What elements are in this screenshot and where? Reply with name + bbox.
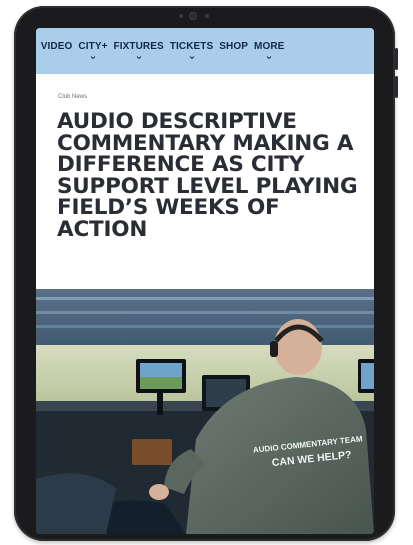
nav-item-city[interactable]: CITY+ [78, 41, 108, 59]
nav-item-label: CITY+ [78, 41, 108, 52]
tablet-side-button [395, 76, 398, 98]
nav-item-label: SHOP [219, 41, 249, 52]
nav-item-label: VIDEO [40, 41, 73, 52]
chevron-down-icon [136, 56, 141, 59]
nav-item-video[interactable]: VIDEO [41, 41, 73, 52]
nav-item-label: FIXTURES [113, 41, 164, 52]
camera-lens [189, 12, 197, 20]
tablet-device-frame: SVIDEOCITY+FIXTURESTICKETSSHOPMORE Club … [14, 6, 398, 541]
chevron-down-icon [266, 56, 272, 59]
nav-item-more[interactable]: MORE [254, 41, 285, 59]
nav-item-fixtures[interactable]: FIXTURES [113, 41, 164, 59]
camera-dot [179, 14, 183, 18]
notebook [132, 439, 172, 465]
site-navigation-bar: SVIDEOCITY+FIXTURESTICKETSSHOPMORE [36, 28, 374, 74]
nav-item-tickets[interactable]: TICKETS [169, 41, 214, 59]
camera-dot [205, 14, 209, 18]
nav-menu: SVIDEOCITY+FIXTURESTICKETSSHOPMORE [36, 41, 290, 59]
chevron-down-icon [90, 56, 96, 59]
article-category[interactable]: Club News [58, 94, 87, 100]
tablet-screen: SVIDEOCITY+FIXTURESTICKETSSHOPMORE Club … [36, 28, 374, 534]
monitor [358, 359, 374, 393]
article-hero-image: AUDIO COMMENTARY TEAM CAN WE HELP? [36, 289, 374, 534]
stadium-commentary-photo: AUDIO COMMENTARY TEAM CAN WE HELP? [36, 289, 374, 534]
nav-item-label: TICKETS [169, 41, 214, 52]
chevron-down-icon [189, 56, 194, 59]
nav-item-shop[interactable]: SHOP [219, 41, 248, 52]
article-headline: AUDIO DESCRIPTIVE COMMENTARY MAKING A DI… [57, 109, 358, 242]
nav-item-label: MORE [254, 41, 285, 52]
tablet-side-button [395, 48, 398, 70]
